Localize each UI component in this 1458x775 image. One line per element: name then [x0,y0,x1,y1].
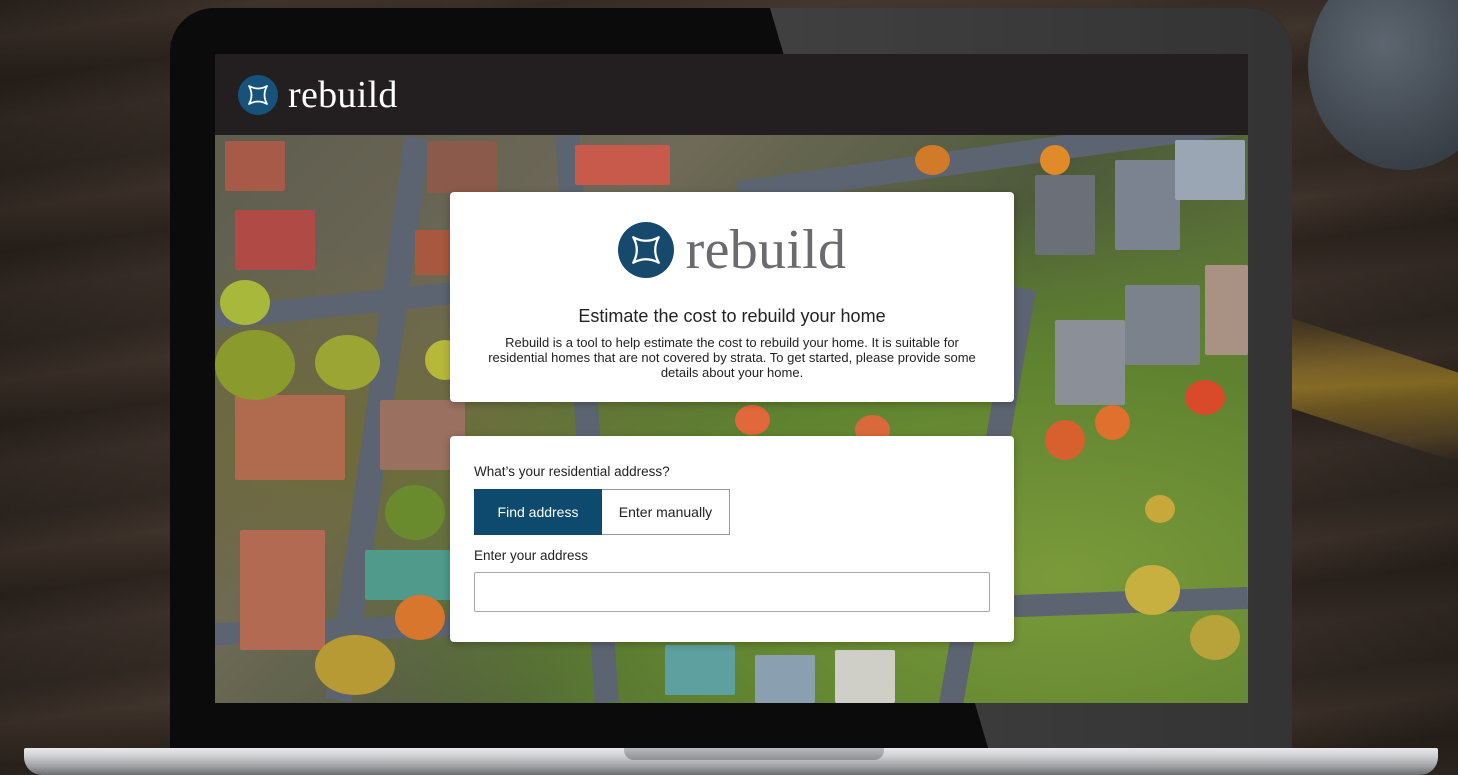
laptop-base-notch [624,748,884,760]
sparkle-star-icon [238,74,278,115]
address-form-card: What’s your residential address? Find ad… [450,436,1014,642]
enter-manually-button[interactable]: Enter manually [602,489,730,535]
address-input-label: Enter your address [474,548,589,563]
laptop-base [24,748,1438,775]
page-title: Estimate the cost to rebuild your home [578,306,886,326]
intro-description: Rebuild is a tool to help estimate the c… [488,335,976,380]
laptop-screen: rebuild rebuild Estimate the cost to reb… [215,54,1248,703]
intro-logo-text: rebuild [685,219,847,281]
address-input[interactable] [474,572,990,612]
background-person-knee [1308,0,1458,170]
app-header: rebuild [215,54,1248,135]
intro-card: rebuild Estimate the cost to rebuild you… [450,192,1014,402]
sparkle-star-icon [617,222,674,278]
address-question-label: What’s your residential address? [474,464,670,479]
find-address-button[interactable]: Find address [474,489,602,535]
header-logo-text[interactable]: rebuild [288,73,398,117]
intro-logo: rebuild [450,218,1014,282]
address-mode-toggle: Find address Enter manually [474,489,990,535]
